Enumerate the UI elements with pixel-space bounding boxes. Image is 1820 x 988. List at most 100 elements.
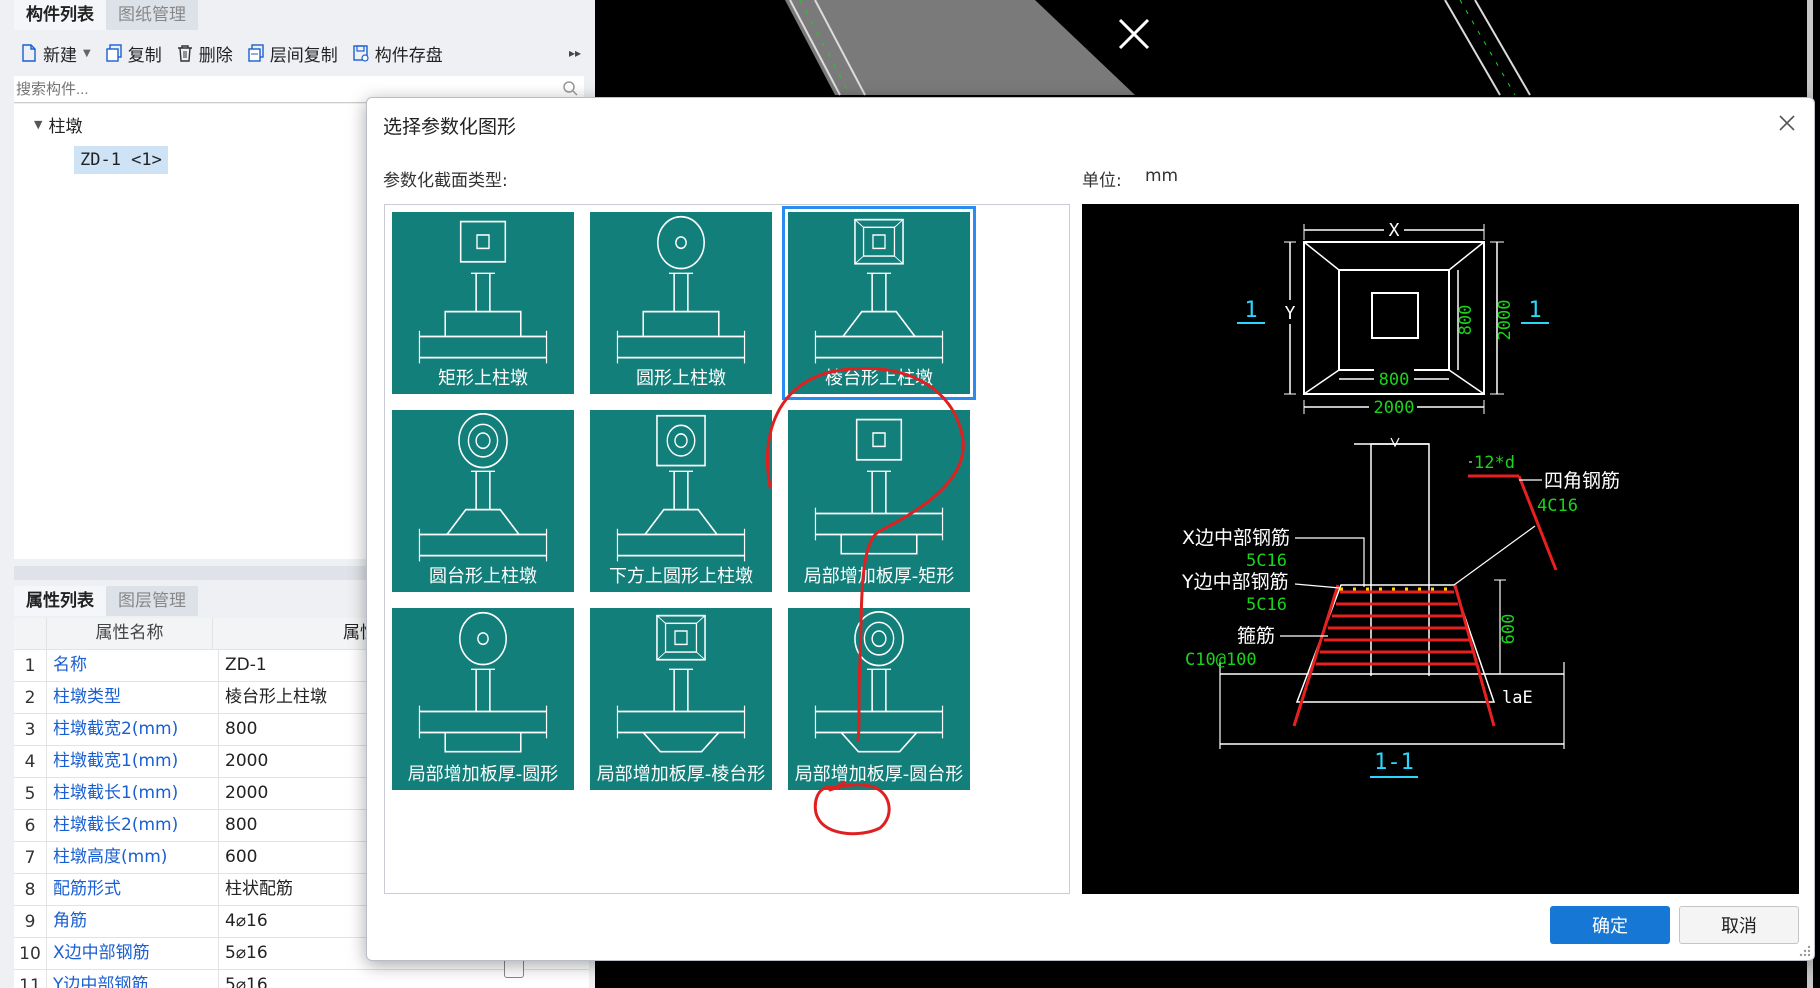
new-button[interactable]: 新建 ▼: [14, 38, 99, 68]
tab-drawing-management[interactable]: 图纸管理: [106, 0, 198, 30]
tree-group[interactable]: ▼ 柱墩: [34, 112, 82, 137]
tab-property-list[interactable]: 属性列表: [14, 586, 106, 616]
shape-label: 圆形上柱墩: [636, 368, 726, 389]
shape-option[interactable]: 圆形上柱墩: [590, 212, 772, 394]
parametric-shape-dialog: 选择参数化图形 参数化截面类型: 单位: mm 矩形上柱墩 圆形上柱墩 棱台形上柱墩…: [366, 97, 1815, 961]
shape-label: 局部增加板厚-矩形: [803, 566, 955, 587]
dialog-title: 选择参数化图形: [383, 116, 517, 138]
property-row-number: 2: [24, 687, 36, 708]
section-preview: X Y 800 2000 800 2000 1 1 12*d 四角钢筋 4C16…: [1082, 204, 1799, 894]
property-name: 角筋: [46, 906, 218, 937]
property-name: 配筋形式: [46, 874, 218, 905]
cancel-button[interactable]: 取消: [1679, 906, 1799, 944]
property-row-number: 7: [24, 847, 36, 868]
shape-label: 下方上圆形上柱墩: [609, 566, 753, 587]
section-mark-right: 1: [1528, 298, 1541, 323]
shape-option[interactable]: 棱台形上柱墩: [782, 206, 976, 400]
layer-copy-button[interactable]: 层间复制: [241, 38, 346, 68]
new-doc-icon: [20, 44, 38, 62]
property-value[interactable]: 5⌀16: [218, 970, 589, 988]
unit-value: mm: [1145, 166, 1179, 186]
ok-button[interactable]: 确定: [1550, 906, 1670, 944]
property-row-number: 3: [24, 719, 36, 740]
copy-button[interactable]: 复制: [99, 38, 170, 68]
property-name: 柱墩截宽2(mm): [46, 714, 218, 745]
property-row[interactable]: 11 Y边中部钢筋 5⌀16: [14, 970, 589, 988]
toolbar-more-button[interactable]: ▸▸: [563, 38, 589, 68]
corner-bar-label: 四角钢筋: [1544, 470, 1620, 492]
corner-bar-value: 4C16: [1537, 496, 1578, 516]
dim-outer-width: 2000: [1374, 398, 1415, 418]
save-component-icon: [352, 44, 370, 62]
property-checkbox[interactable]: [504, 958, 524, 978]
property-name: 名称: [46, 650, 218, 681]
dim-y-label: Y: [1285, 303, 1296, 324]
close-icon[interactable]: [1774, 110, 1800, 136]
shape-label: 局部增加板厚-棱台形: [596, 764, 766, 785]
property-name: 柱墩高度(mm): [46, 842, 218, 873]
shape-label: 局部增加板厚-圆台形: [794, 764, 964, 785]
property-row-number: 11: [19, 975, 41, 988]
property-name: 柱墩类型: [46, 682, 218, 713]
component-tabs: 构件列表 图纸管理: [14, 0, 198, 30]
section-mark-left: 1: [1244, 298, 1257, 323]
new-button-label: 新建: [43, 45, 77, 66]
delete-button-label: 删除: [198, 45, 233, 66]
property-tabs: 属性列表 图层管理: [14, 586, 198, 616]
y-bar-value: 5C16: [1246, 595, 1287, 615]
lap-label: 12*d: [1474, 453, 1515, 473]
shape-option[interactable]: 局部增加板厚-矩形: [788, 410, 970, 592]
tree-item[interactable]: ZD-1 <1>: [74, 146, 168, 174]
property-name-header: 属性名称: [46, 618, 212, 649]
property-name: 柱墩截宽1(mm): [46, 746, 218, 777]
shape-option[interactable]: 局部增加板厚-圆形: [392, 608, 574, 790]
dim-outer-height: 2000: [1495, 300, 1515, 341]
tab-component-list[interactable]: 构件列表: [14, 0, 106, 30]
property-row-number: 1: [24, 655, 36, 676]
x-bar-label: X边中部钢筋: [1182, 527, 1290, 549]
shape-option[interactable]: 矩形上柱墩: [392, 212, 574, 394]
shape-option[interactable]: 局部增加板厚-圆台形: [788, 608, 970, 790]
property-name: 柱墩截长2(mm): [46, 810, 218, 841]
copy-icon: [105, 44, 123, 62]
shape-label: 局部增加板厚-圆形: [407, 764, 559, 785]
x-bar-value: 5C16: [1246, 551, 1287, 571]
delete-button[interactable]: 删除: [170, 38, 241, 68]
anchor-label: laE: [1502, 688, 1533, 708]
shape-label: 圆台形上柱墩: [429, 566, 537, 587]
property-name: X边中部钢筋: [46, 938, 218, 969]
section-title: 1-1: [1374, 750, 1414, 775]
shape-option[interactable]: 局部增加板厚-棱台形: [590, 608, 772, 790]
shape-grid: 矩形上柱墩 圆形上柱墩 棱台形上柱墩 圆台形上柱墩 下方上圆形上柱墩 局部增加板厚-矩形局…: [384, 204, 1070, 894]
unit-label: 单位:: [1082, 171, 1122, 191]
shape-label: 矩形上柱墩: [438, 368, 528, 389]
copy-button-label: 复制: [127, 45, 162, 66]
save-component-button[interactable]: 构件存盘: [346, 38, 451, 68]
layer-copy-button-label: 层间复制: [269, 45, 338, 66]
y-bar-label: Y边中部钢筋: [1181, 571, 1289, 593]
dim-inner-height: 800: [1456, 305, 1476, 336]
property-name: Y边中部钢筋: [46, 970, 218, 988]
property-row-number: 9: [24, 911, 36, 932]
property-row-number: 6: [24, 815, 36, 836]
resize-grip-icon[interactable]: [1798, 944, 1812, 958]
dim-x-label: X: [1389, 220, 1400, 241]
shape-option[interactable]: 圆台形上柱墩: [392, 410, 574, 592]
caret-down-icon[interactable]: ▼: [34, 118, 42, 131]
shape-label: 棱台形上柱墩: [825, 368, 933, 389]
shape-option[interactable]: 下方上圆形上柱墩: [590, 410, 772, 592]
save-component-button-label: 构件存盘: [374, 45, 443, 66]
component-toolbar: 新建 ▼ 复制 删除 层间复制 构件存盘 ▸▸: [14, 36, 589, 70]
section-type-label: 参数化截面类型:: [383, 171, 508, 191]
height-dim: 600: [1499, 614, 1519, 645]
property-row-number: 10: [19, 943, 41, 964]
dim-inner-width: 800: [1379, 370, 1410, 390]
tree-group-label: 柱墩: [48, 117, 83, 137]
layer-copy-icon: [247, 44, 265, 62]
tab-layer-management[interactable]: 图层管理: [106, 586, 198, 616]
chevron-double-right-icon: ▸▸: [568, 46, 581, 60]
trash-icon: [176, 44, 194, 62]
property-row-number: 4: [24, 751, 36, 772]
chevron-down-icon: ▼: [83, 47, 91, 59]
property-name: 柱墩截长1(mm): [46, 778, 218, 809]
